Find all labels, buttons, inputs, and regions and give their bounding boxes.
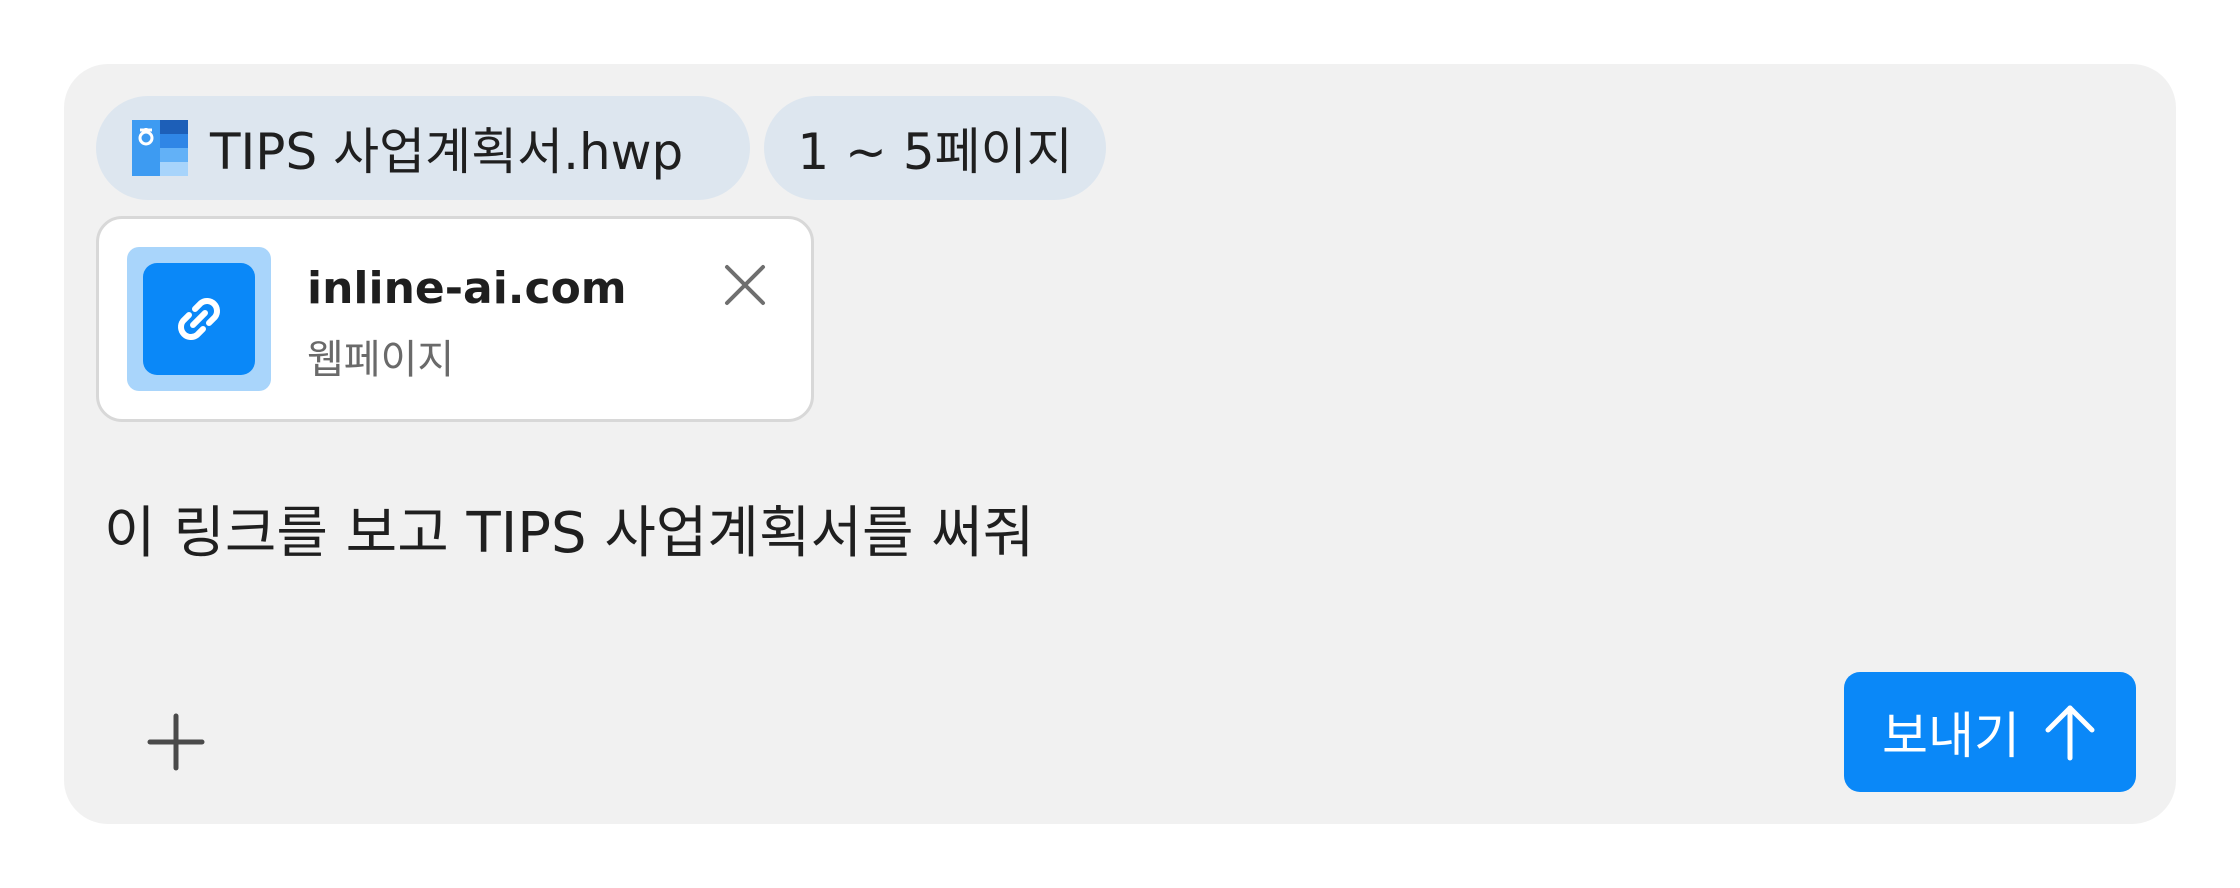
- message-composer[interactable]: TIPS 사업계획서.hwp 1 ~ 5페이지 inline-ai.com 웹페…: [64, 64, 2176, 824]
- link-attachment-card[interactable]: inline-ai.com 웹페이지: [96, 216, 814, 422]
- link-type-label: 웹페이지: [307, 337, 455, 383]
- plus-icon: [147, 713, 205, 771]
- page-range-label: 1 ~ 5페이지: [797, 123, 1073, 181]
- hwp-file-icon: [132, 120, 188, 176]
- send-button-label: 보내기: [1882, 707, 2020, 765]
- add-attachment-button[interactable]: [120, 686, 232, 798]
- arrow-up-icon: [2045, 705, 2095, 761]
- file-name: TIPS 사업계획서.hwp: [210, 123, 684, 181]
- page-background: TIPS 사업계획서.hwp 1 ~ 5페이지 inline-ai.com 웹페…: [0, 0, 2240, 888]
- file-attachment-chip[interactable]: TIPS 사업계획서.hwp: [96, 96, 750, 200]
- close-icon: [725, 265, 765, 305]
- page-range-chip[interactable]: 1 ~ 5페이지: [764, 96, 1106, 200]
- remove-link-button[interactable]: [715, 255, 775, 315]
- link-title: inline-ai.com: [307, 263, 627, 314]
- message-input[interactable]: 이 링크를 보고 TIPS 사업계획서를 써줘: [104, 488, 1034, 569]
- link-icon: [143, 263, 255, 375]
- link-icon-tile: [127, 247, 271, 391]
- send-button[interactable]: 보내기: [1844, 672, 2136, 792]
